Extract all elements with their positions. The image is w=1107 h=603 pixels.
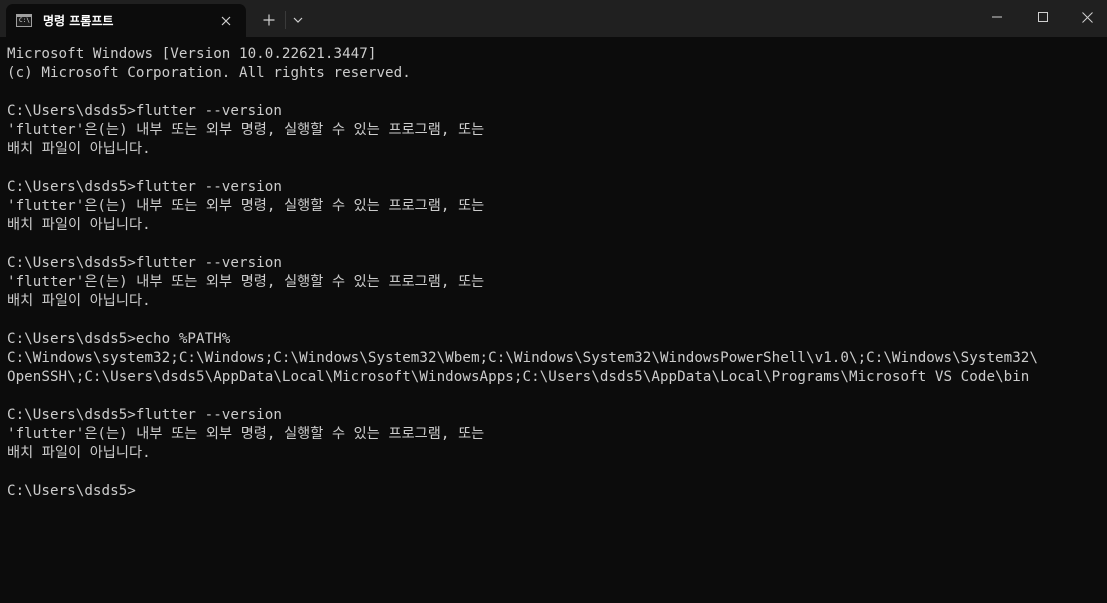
title-bar: C:\ 명령 프롬프트 [0,0,1107,37]
plus-icon [263,14,275,26]
maximize-button[interactable] [1020,0,1066,34]
console-line: 배치 파일이 아닙니다. [7,217,151,233]
console-line: 배치 파일이 아닙니다. [7,445,151,461]
console-line: OpenSSH\;C:\Users\dsds5\AppData\Local\Mi… [7,369,1030,385]
console-line: 'flutter'은(는) 내부 또는 외부 명령, 실행할 수 있는 프로그램… [7,426,485,442]
minimize-icon [992,16,1002,18]
console-line: Microsoft Windows [Version 10.0.22621.34… [7,46,377,62]
close-icon [221,16,231,25]
terminal-window: C:\ 명령 프롬프트 Microsoft Windows [Version 1… [0,0,1107,603]
chevron-down-icon [293,17,303,23]
tab-title: 명령 프롬프트 [43,14,114,28]
console-line: C:\Users\dsds5>flutter --version [7,179,282,195]
console-line: (c) Microsoft Corporation. All rights re… [7,65,411,81]
close-icon [1081,11,1093,23]
minimize-button[interactable] [974,0,1020,34]
tab-command-prompt[interactable]: C:\ 명령 프롬프트 [6,4,246,37]
console-line: C:\Users\dsds5>echo %PATH% [7,331,231,347]
close-window-button[interactable] [1064,0,1107,34]
cmd-icon-label: C:\ [19,17,30,24]
console-line: 'flutter'은(는) 내부 또는 외부 명령, 실행할 수 있는 프로그램… [7,274,485,290]
console-line: 배치 파일이 아닙니다. [7,141,151,157]
maximize-icon [1038,12,1048,22]
new-tab-button[interactable] [256,7,282,33]
console-line: 'flutter'은(는) 내부 또는 외부 명령, 실행할 수 있는 프로그램… [7,122,485,138]
console-line: C:\Users\dsds5>flutter --version [7,255,282,271]
console-output[interactable]: Microsoft Windows [Version 10.0.22621.34… [7,45,1105,595]
console-line: 배치 파일이 아닙니다. [7,293,151,309]
cmd-icon: C:\ [16,14,32,27]
console-line: C:\Windows\system32;C:\Windows;C:\Window… [7,350,1038,366]
tab-close-button[interactable] [212,9,240,33]
console-line: 'flutter'은(는) 내부 또는 외부 명령, 실행할 수 있는 프로그램… [7,198,485,214]
profile-dropdown-button[interactable] [286,7,310,33]
console-prompt-line: C:\Users\dsds5> [7,483,136,499]
console-line: C:\Users\dsds5>flutter --version [7,103,282,119]
console-line: C:\Users\dsds5>flutter --version [7,407,282,423]
